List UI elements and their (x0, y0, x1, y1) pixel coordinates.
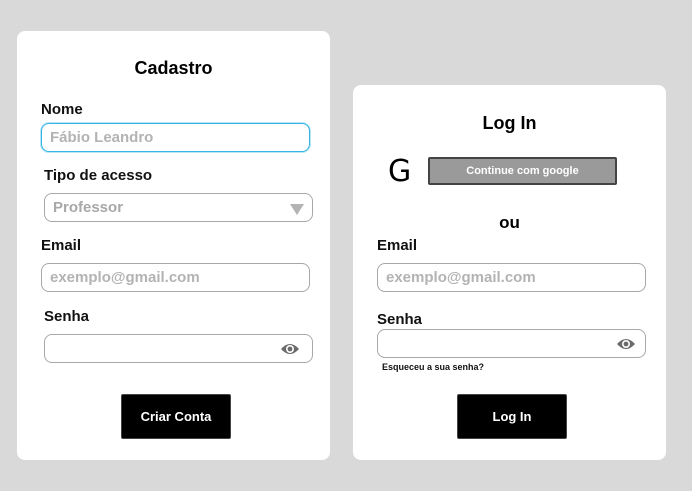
name-input[interactable] (41, 123, 310, 152)
chevron-down-icon[interactable] (290, 204, 304, 215)
or-divider-text: ou (499, 213, 520, 232)
login-password-input[interactable] (377, 329, 646, 358)
access-type-label: Tipo de acesso (44, 167, 153, 184)
signup-password-input[interactable] (44, 334, 313, 363)
signup-title: Cadastro (134, 58, 213, 78)
signup-email-input[interactable] (41, 263, 310, 292)
login-card: Log In G Continue com google ou Email Se… (353, 85, 666, 460)
access-type-select[interactable]: Professor (44, 193, 313, 222)
login-button[interactable]: Log In (457, 394, 567, 439)
login-title: Log In (482, 113, 537, 133)
show-password-icon[interactable] (280, 342, 300, 356)
signup-password-label: Senha (44, 308, 90, 325)
login-email-label: Email (377, 237, 418, 254)
create-account-button[interactable]: Criar Conta (121, 394, 231, 439)
access-type-value: Professor (53, 199, 124, 216)
signup-card: Cadastro Nome Tipo de acesso Professor E… (17, 31, 330, 460)
forgot-password-link[interactable]: Esqueceu a sua senha? (382, 362, 484, 372)
login-email-input[interactable] (377, 263, 646, 292)
name-label: Nome (41, 101, 83, 118)
login-password-label: Senha (377, 311, 423, 328)
show-password-icon[interactable] (616, 337, 636, 351)
google-login-button[interactable]: Continue com google (428, 157, 617, 185)
google-icon: G (388, 154, 412, 189)
signup-email-label: Email (41, 237, 82, 254)
